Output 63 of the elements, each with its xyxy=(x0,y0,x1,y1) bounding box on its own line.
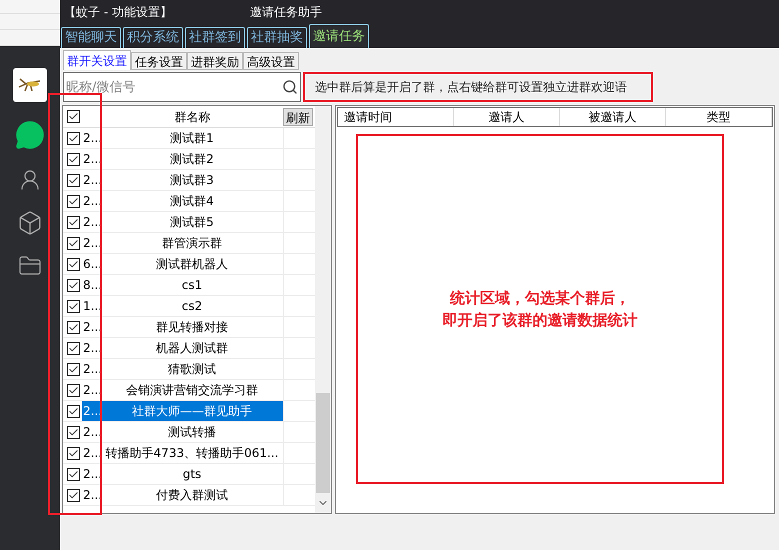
checkbox[interactable] xyxy=(67,194,80,208)
checkbox[interactable] xyxy=(67,362,80,376)
group-name-cell[interactable]: 测试群1 xyxy=(101,128,283,148)
chat-icon[interactable] xyxy=(15,120,45,150)
group-name-cell[interactable]: 测试群4 xyxy=(101,191,283,211)
group-name-cell[interactable]: 测试群2 xyxy=(101,149,283,169)
search-icon[interactable] xyxy=(282,79,298,95)
group-name-cell[interactable]: 猜歌测试 xyxy=(101,359,283,379)
checkbox[interactable] xyxy=(67,300,80,312)
group-name-cell[interactable]: 付费入群测试 xyxy=(101,485,283,505)
group-name-cell[interactable]: 测试群3 xyxy=(101,170,283,190)
checkbox[interactable] xyxy=(67,320,80,334)
main-tab[interactable]: 社群抽奖 xyxy=(247,27,307,48)
checkbox[interactable] xyxy=(67,468,80,480)
column-header[interactable]: 被邀请人 xyxy=(560,108,666,126)
group-name-cell[interactable]: 测试群机器人 xyxy=(101,254,283,274)
annotation-text: 即开启了该群的邀请数据统计 xyxy=(442,310,638,331)
scrollbar-thumb[interactable] xyxy=(316,393,330,493)
group-name-cell[interactable]: 测试转播 xyxy=(101,422,283,442)
group-name-cell[interactable]: cs1 xyxy=(101,275,283,295)
annotation-text: 统计区域，勾选某个群后， xyxy=(450,288,630,309)
sub-tab[interactable]: 高级设置 xyxy=(243,52,299,70)
sub-tab[interactable]: 任务设置 xyxy=(131,52,187,70)
main-tab[interactable]: 社群签到 xyxy=(185,27,245,48)
group-name-cell[interactable]: 机器人测试群 xyxy=(101,338,283,358)
refresh-button[interactable]: 刷新 xyxy=(283,108,313,126)
group-name-cell[interactable]: 群见转播对接 xyxy=(101,317,283,337)
checkbox[interactable] xyxy=(67,152,80,166)
checkbox[interactable] xyxy=(67,404,80,418)
checkbox[interactable] xyxy=(67,278,80,292)
checkbox[interactable] xyxy=(67,446,80,460)
note-text: 选中群后算是开启了群，点右键给群可设置独立进群欢迎语 xyxy=(303,72,653,102)
main-tab[interactable]: 积分系统 xyxy=(123,27,183,48)
group-name-cell[interactable]: 社群大师——群见助手 xyxy=(101,401,283,421)
checkbox[interactable] xyxy=(67,174,80,186)
sub-tab[interactable]: 进群奖励 xyxy=(187,52,243,70)
group-name-cell[interactable]: 群管演示群 xyxy=(101,233,283,253)
checkbox[interactable] xyxy=(67,342,80,354)
column-header[interactable]: 邀请人 xyxy=(454,108,560,126)
main-tab[interactable]: 邀请任务 xyxy=(309,24,369,48)
group-name-cell[interactable]: gts xyxy=(101,464,283,484)
sub-tab[interactable]: 群开关设置 xyxy=(63,50,131,70)
column-header[interactable]: 类型 xyxy=(666,108,772,126)
group-name-cell[interactable]: cs2 xyxy=(101,296,283,316)
checkbox[interactable] xyxy=(67,216,80,228)
group-name-cell[interactable]: 测试群5 xyxy=(101,212,283,232)
group-name-cell[interactable]: 转播助手4733、转播助手061... xyxy=(101,443,283,463)
group-name-cell[interactable]: 会销演讲营销交流学习群 xyxy=(101,380,283,400)
cube-icon[interactable] xyxy=(17,210,43,236)
checkbox[interactable] xyxy=(67,110,80,123)
checkbox[interactable] xyxy=(67,488,80,502)
main-tab[interactable]: 智能聊天 xyxy=(61,27,121,48)
checkbox[interactable] xyxy=(67,258,80,270)
group-id-cell-text: 8... xyxy=(82,277,104,294)
column-header[interactable]: 邀请时间 xyxy=(338,108,454,126)
search-field[interactable]: 昵称/微信号 xyxy=(63,72,301,102)
scrollbar[interactable] xyxy=(315,106,331,513)
checkbox[interactable] xyxy=(67,384,80,396)
window-subtitle: 邀请任务助手 xyxy=(250,4,322,21)
checkbox[interactable] xyxy=(67,132,80,144)
checkbox[interactable] xyxy=(67,236,80,250)
checkbox[interactable] xyxy=(67,426,80,438)
window-title: 【蚊子 - 功能设置】 xyxy=(64,4,173,21)
